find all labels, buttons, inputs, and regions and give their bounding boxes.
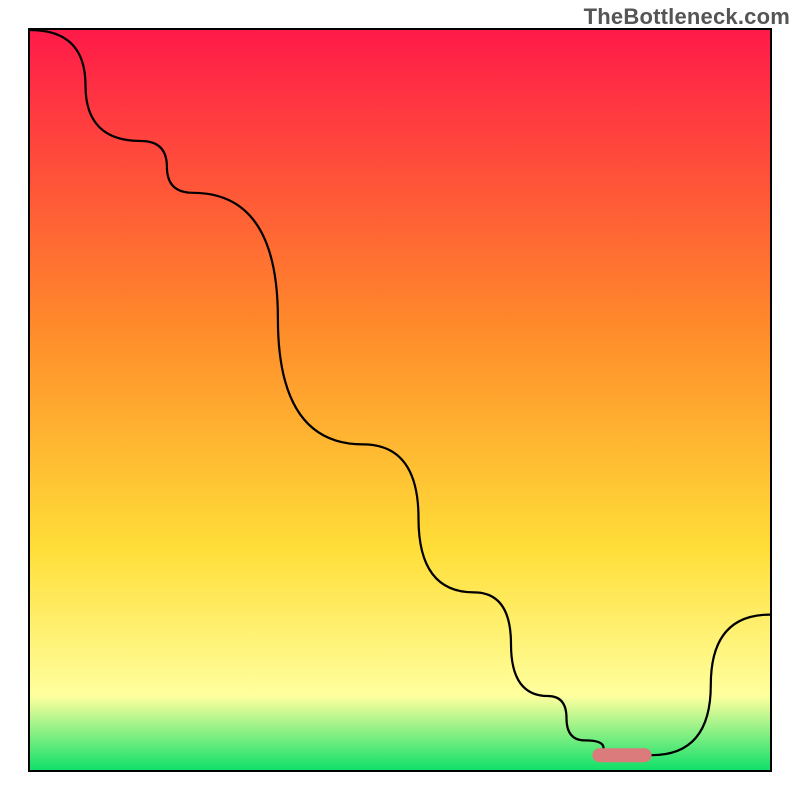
attribution-text: TheBottleneck.com bbox=[584, 4, 790, 30]
optimal-range-marker bbox=[592, 748, 651, 762]
chart-area bbox=[28, 28, 772, 772]
chart-svg bbox=[30, 30, 770, 770]
